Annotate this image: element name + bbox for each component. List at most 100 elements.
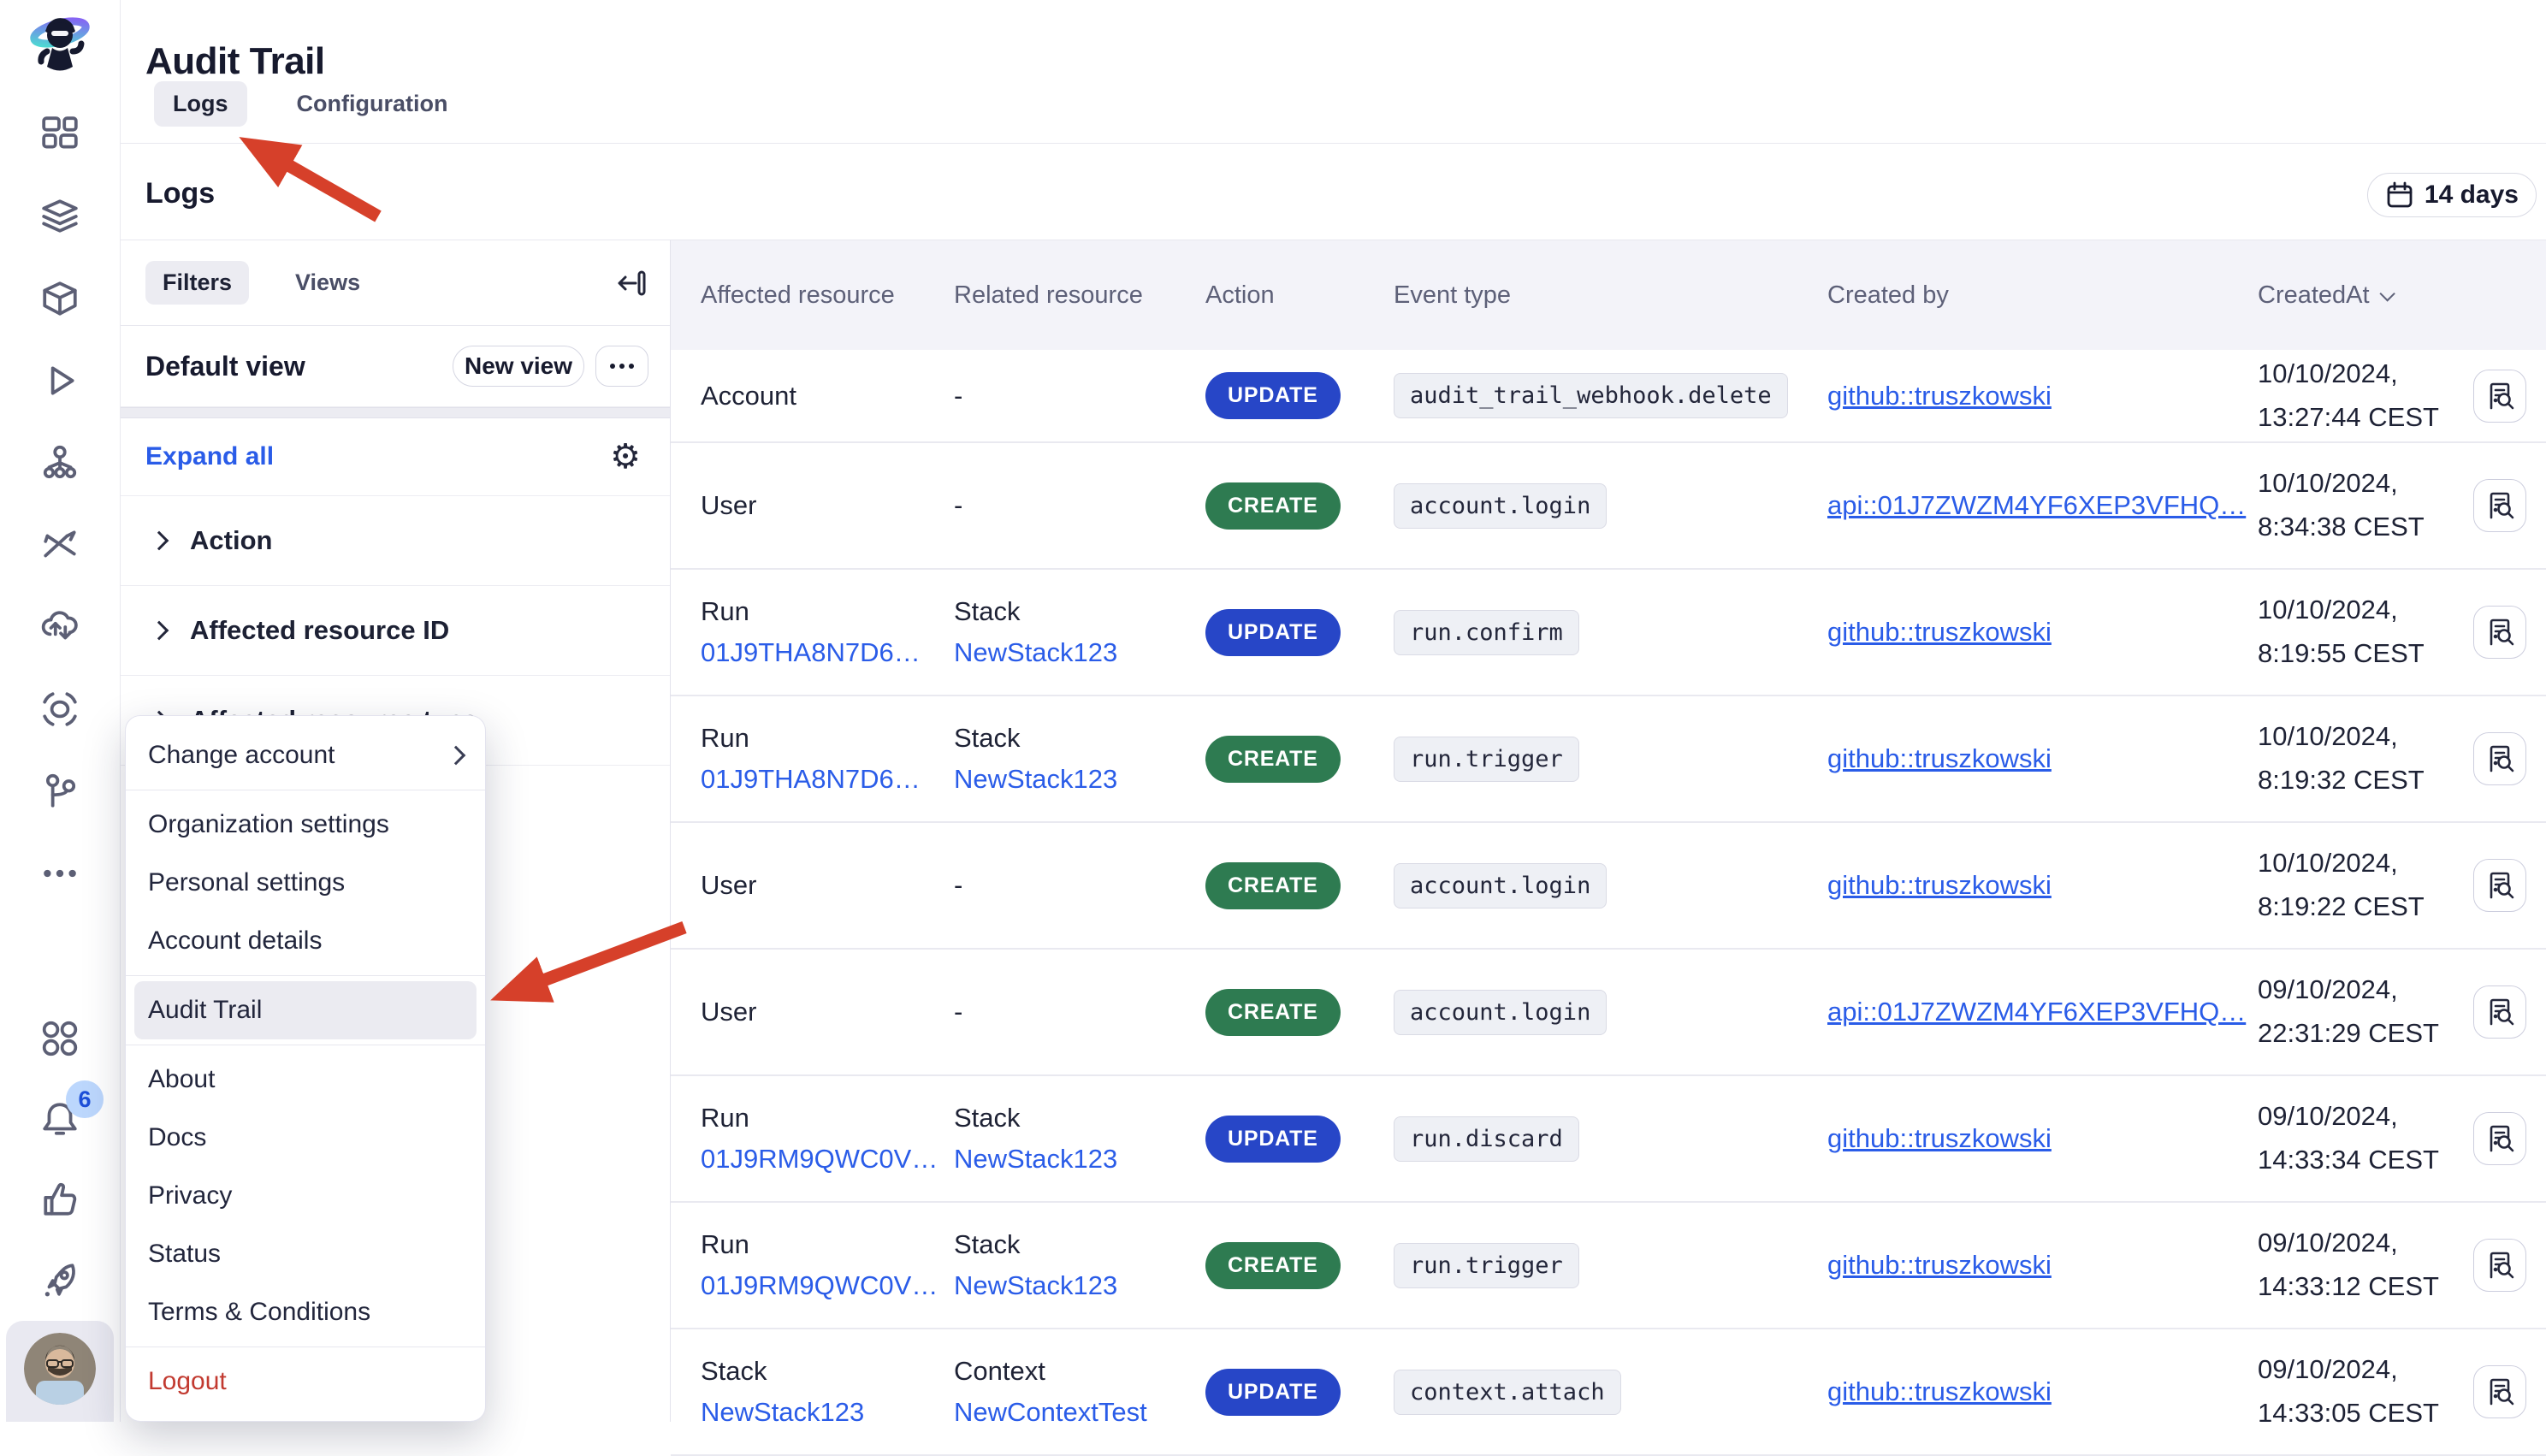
row-actions-cell — [2473, 1112, 2546, 1165]
menu-item-logout[interactable]: Logout — [126, 1352, 485, 1411]
filter-section-affected-resource-id[interactable]: Affected resource ID — [120, 586, 670, 676]
new-view-button[interactable]: New view — [453, 346, 584, 387]
created-by-link[interactable]: github::truszkowski — [1827, 617, 2052, 648]
affected-resource-link[interactable]: NewStack123 — [701, 1397, 864, 1428]
event-type-cell: run.trigger — [1394, 737, 1827, 782]
created-by-link[interactable]: api::01J7ZWZM4YF6XEP3VFHQ… — [1827, 997, 2246, 1027]
menu-item-personal-settings[interactable]: Personal settings — [126, 854, 485, 912]
view-log-details-button[interactable] — [2473, 732, 2526, 785]
related-resource-link[interactable]: NewContextTest — [954, 1397, 1147, 1428]
event-type-cell: account.login — [1394, 863, 1827, 909]
affected-resource-link[interactable]: 01J9RM9QWC0V… — [701, 1270, 938, 1301]
created-by-link[interactable]: github::truszkowski — [1827, 381, 2052, 411]
related-resource-cell: Stack NewStack123 — [954, 1103, 1205, 1175]
view-log-details-button[interactable] — [2473, 1239, 2526, 1292]
menu-item-terms-conditions[interactable]: Terms & Conditions — [126, 1283, 485, 1341]
view-log-details-button[interactable] — [2473, 370, 2526, 423]
collapse-panel-icon[interactable] — [615, 267, 648, 299]
tab-views[interactable]: Views — [278, 261, 377, 305]
more-icon[interactable] — [40, 854, 80, 893]
created-by-link[interactable]: github::truszkowski — [1827, 1376, 2052, 1407]
apps-icon[interactable] — [40, 1019, 80, 1058]
affected-resource-type: User — [701, 997, 756, 1027]
related-resource-link[interactable]: NewStack123 — [954, 637, 1117, 668]
resources-icon[interactable] — [40, 443, 80, 482]
affected-resource-type: Stack — [701, 1356, 767, 1387]
menu-item-label: Organization settings — [148, 810, 389, 839]
created-at-cell: 10/10/2024,8:34:38 CEST — [2258, 467, 2473, 544]
dashboard-icon[interactable] — [40, 115, 80, 154]
related-resource-link[interactable]: NewStack123 — [954, 764, 1117, 795]
stacks-icon[interactable] — [40, 197, 80, 236]
menu-item-privacy[interactable]: Privacy — [126, 1167, 485, 1225]
view-more-button[interactable] — [595, 346, 648, 387]
menu-item-status[interactable]: Status — [126, 1225, 485, 1283]
spacelift-ninja-logo[interactable] — [26, 7, 94, 80]
gear-icon[interactable]: ⚙ — [610, 437, 641, 476]
calendar-icon — [2385, 181, 2414, 210]
affected-resource-link[interactable]: 01J9THA8N7D6… — [701, 764, 921, 795]
notifications-bell-icon[interactable]: 6 — [40, 1099, 80, 1139]
created-by-cell: api::01J7ZWZM4YF6XEP3VFHQ… — [1827, 490, 2258, 521]
related-resource-cell: - — [954, 997, 1205, 1027]
cloud-integrations-icon[interactable] — [40, 607, 80, 647]
menu-item-audit-trail[interactable]: Audit Trail — [134, 981, 477, 1039]
related-resource-cell: - — [954, 870, 1205, 901]
action-badge: CREATE — [1205, 862, 1341, 909]
blueprints-icon[interactable] — [40, 279, 80, 318]
menu-item-change-account[interactable]: Change account — [126, 726, 485, 784]
view-log-details-button[interactable] — [2473, 1112, 2526, 1165]
col-created-at-sort[interactable]: CreatedAt — [2258, 281, 2473, 310]
sidebar-bottom: 6 — [0, 1019, 120, 1299]
avatar[interactable] — [24, 1333, 96, 1405]
policies-icon[interactable] — [40, 690, 80, 729]
menu-item-docs[interactable]: Docs — [126, 1109, 485, 1167]
action-badge: CREATE — [1205, 989, 1341, 1036]
tab-filters[interactable]: Filters — [145, 261, 249, 305]
tab-configuration[interactable]: Configuration — [278, 81, 467, 127]
created-by-link[interactable]: github::truszkowski — [1827, 1250, 2052, 1281]
created-by-cell: github::truszkowski — [1827, 617, 2258, 648]
created-by-link[interactable]: api::01J7ZWZM4YF6XEP3VFHQ… — [1827, 490, 2246, 521]
created-at-cell: 10/10/2024,8:19:55 CEST — [2258, 594, 2473, 671]
affected-resource-link[interactable]: 01J9THA8N7D6… — [701, 637, 921, 668]
menu-item-account-details[interactable]: Account details — [126, 912, 485, 970]
launchpad-rocket-icon[interactable] — [40, 1260, 80, 1299]
view-log-details-button[interactable] — [2473, 606, 2526, 659]
created-at-cell: 09/10/2024,22:31:29 CEST — [2258, 974, 2473, 1051]
related-resource-link[interactable]: NewStack123 — [954, 1270, 1117, 1301]
date-range-button[interactable]: 14 days — [2367, 173, 2537, 217]
affected-resource-type: User — [701, 490, 756, 521]
tab-logs[interactable]: Logs — [154, 81, 247, 127]
expand-all-link[interactable]: Expand all — [145, 442, 274, 471]
affected-resource-link[interactable]: 01J9RM9QWC0V… — [701, 1144, 938, 1175]
view-log-details-button[interactable] — [2473, 1365, 2526, 1418]
menu-item-label: About — [148, 1065, 215, 1094]
page-title: Audit Trail — [145, 40, 325, 83]
created-by-link[interactable]: github::truszkowski — [1827, 1123, 2052, 1154]
related-resource-link[interactable]: NewStack123 — [954, 1144, 1117, 1175]
feedback-thumb-icon[interactable] — [40, 1180, 80, 1219]
affected-resource-cell: Run 01J9THA8N7D6… — [701, 723, 954, 795]
tools-icon[interactable] — [40, 525, 80, 565]
menu-item-label: Audit Trail — [148, 996, 262, 1025]
created-by-cell: github::truszkowski — [1827, 1250, 2258, 1281]
menu-item-organization-settings[interactable]: Organization settings — [126, 796, 485, 854]
affected-resource-cell: User — [701, 870, 954, 901]
related-resource-type: Stack — [954, 1229, 1021, 1260]
view-log-details-button[interactable] — [2473, 479, 2526, 532]
menu-item-about[interactable]: About — [126, 1051, 485, 1109]
created-by-cell: github::truszkowski — [1827, 1376, 2258, 1407]
view-log-details-button[interactable] — [2473, 859, 2526, 912]
row-actions-cell — [2473, 1239, 2546, 1292]
menu-item-label: Status — [148, 1240, 221, 1269]
table-row: Run 01J9THA8N7D6… Stack NewStack123 CREA… — [671, 696, 2546, 823]
created-by-cell: github::truszkowski — [1827, 381, 2258, 411]
filter-section-action[interactable]: Action — [120, 496, 670, 586]
menu-item-label: Change account — [148, 741, 335, 770]
runs-icon[interactable] — [40, 361, 80, 400]
view-log-details-button[interactable] — [2473, 985, 2526, 1039]
created-by-link[interactable]: github::truszkowski — [1827, 870, 2052, 901]
created-by-link[interactable]: github::truszkowski — [1827, 743, 2052, 774]
workflows-icon[interactable] — [40, 772, 80, 811]
